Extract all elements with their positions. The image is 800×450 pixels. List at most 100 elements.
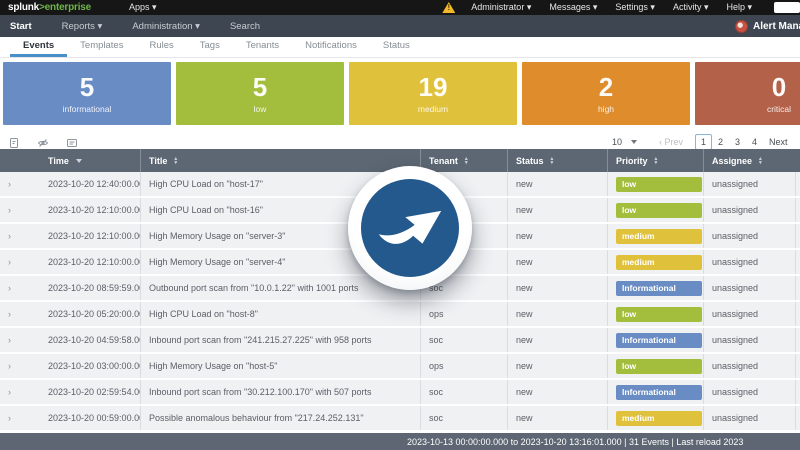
priority-badge: Informational xyxy=(616,332,702,348)
expand-chevron-icon[interactable]: › xyxy=(0,250,40,274)
next-page-button[interactable]: Next xyxy=(769,137,788,147)
event-row[interactable]: › 2023-10-20 05:20:00.000 High CPU Load … xyxy=(0,302,800,326)
severity-label: low xyxy=(253,103,267,114)
expand-chevron-icon[interactable]: › xyxy=(0,406,40,430)
priority-badge: low xyxy=(616,358,702,374)
column-header-time[interactable]: Time xyxy=(40,149,140,172)
event-priority-cell: low xyxy=(607,198,703,222)
expand-column-header xyxy=(0,149,40,172)
expand-chevron-icon[interactable]: › xyxy=(0,302,40,326)
severity-label: informational xyxy=(62,103,112,114)
column-label: Status xyxy=(516,155,544,166)
tab-tenants[interactable]: Tenants xyxy=(233,37,292,57)
page-size-value: 10 xyxy=(612,137,623,147)
tab-events[interactable]: Events xyxy=(10,37,68,57)
event-extra-cell xyxy=(795,276,800,300)
severity-card-medium[interactable]: 19 medium xyxy=(349,62,517,125)
sort-icon[interactable]: ▴ ▾ xyxy=(551,156,554,166)
column-header-title[interactable]: Title ▴ ▾ xyxy=(140,149,420,172)
expand-chevron-icon[interactable]: › xyxy=(0,198,40,222)
page-button-4[interactable]: 4 xyxy=(746,135,763,149)
sort-icon[interactable]: ▴ ▾ xyxy=(465,156,468,166)
topbar-menu-activity[interactable]: Activity ▾ xyxy=(673,2,709,13)
priority-badge: medium xyxy=(616,228,702,244)
event-row[interactable]: › 2023-10-20 03:00:00.000 High Memory Us… xyxy=(0,354,800,378)
tab-tags[interactable]: Tags xyxy=(187,37,233,57)
page-size-select[interactable]: 10 xyxy=(612,137,638,147)
tab-rules[interactable]: Rules xyxy=(136,37,186,57)
event-time: 2023-10-20 00:59:00.000 xyxy=(48,413,140,423)
expand-chevron-icon[interactable]: › xyxy=(0,380,40,404)
severity-label: high xyxy=(597,103,615,114)
toggle-visibility-icon[interactable] xyxy=(37,136,49,148)
nav-item-search[interactable]: Search xyxy=(230,21,260,32)
event-status: new xyxy=(507,406,607,430)
severity-card-critical[interactable]: 0 critical xyxy=(695,62,800,125)
sort-icon[interactable]: ▴ ▾ xyxy=(759,156,762,166)
event-priority-cell: Informational xyxy=(607,328,703,352)
nav-item-start[interactable]: Start xyxy=(10,21,32,32)
app-title: Alert Manager xyxy=(753,20,800,32)
tab-status[interactable]: Status xyxy=(370,37,423,57)
severity-count: 5 xyxy=(79,71,95,102)
topbar-menu-administrator[interactable]: Administrator ▾ xyxy=(471,2,531,13)
event-time: 2023-10-20 02:59:54.000 xyxy=(48,387,140,397)
notes-icon[interactable] xyxy=(66,136,78,148)
tab-bar: Events Templates Rules Tags Tenants Notificat… xyxy=(0,37,800,58)
priority-badge: medium xyxy=(616,410,702,426)
page-button-1[interactable]: 1 xyxy=(695,134,713,150)
expand-chevron-icon[interactable]: › xyxy=(0,224,40,248)
event-row[interactable]: › 2023-10-20 04:59:58.000 Inbound port s… xyxy=(0,328,800,352)
severity-card-informational[interactable]: 5 informational xyxy=(3,62,171,125)
event-extra-cell xyxy=(795,328,800,352)
event-row[interactable]: › 2023-10-20 02:59:54.000 Inbound port s… xyxy=(0,380,800,404)
splunk-logo: splunk>enterprise xyxy=(8,2,92,13)
column-label: Assignee xyxy=(712,155,753,166)
prev-page-button[interactable]: ‹ Prev xyxy=(659,137,683,147)
topbar-menu-help[interactable]: Help ▾ xyxy=(726,2,752,13)
event-status: new xyxy=(507,276,607,300)
sort-icon[interactable]: ▴ ▾ xyxy=(174,156,177,166)
event-status: new xyxy=(507,250,607,274)
column-header-tenant[interactable]: Tenant ▴ ▾ xyxy=(420,149,507,172)
event-status: new xyxy=(507,172,607,196)
warning-triangle-icon[interactable] xyxy=(442,2,456,13)
sort-icon[interactable]: ▴ ▾ xyxy=(655,156,658,166)
page-button-2[interactable]: 2 xyxy=(712,135,729,149)
severity-card-high[interactable]: 2 high xyxy=(522,62,690,125)
event-extra-cell xyxy=(795,406,800,430)
column-label: Time xyxy=(48,155,69,166)
column-label: Tenant xyxy=(429,155,458,166)
column-header-assignee[interactable]: Assignee ▴ ▾ xyxy=(703,149,795,172)
column-header-status[interactable]: Status ▴ ▾ xyxy=(507,149,607,172)
event-assignee: unassigned xyxy=(703,406,795,430)
event-assignee: unassigned xyxy=(703,354,795,378)
expand-chevron-icon[interactable]: › xyxy=(0,354,40,378)
severity-card-low[interactable]: 5 low xyxy=(176,62,344,125)
nav-item-administration[interactable]: Administration ▾ xyxy=(132,21,200,32)
alert-manager-logo-icon xyxy=(735,19,748,33)
expand-chevron-icon[interactable]: › xyxy=(0,172,40,196)
sort-desc-icon[interactable] xyxy=(75,158,82,163)
priority-badge: low xyxy=(616,202,702,218)
topbar-menu-messages[interactable]: Messages ▾ xyxy=(549,2,597,13)
event-time: 2023-10-20 12:10:00.000 xyxy=(48,231,140,241)
export-icon[interactable] xyxy=(8,136,20,148)
topbar-menu-settings[interactable]: Settings ▾ xyxy=(615,2,655,13)
event-row[interactable]: › 2023-10-20 00:59:00.000 Possible anoma… xyxy=(0,406,800,430)
event-tenant: soc xyxy=(420,406,507,430)
expand-chevron-icon[interactable]: › xyxy=(0,328,40,352)
tab-notifications[interactable]: Notifications xyxy=(292,37,370,57)
column-header-priority[interactable]: Priority ▴ ▾ xyxy=(607,149,703,172)
nav-item-reports[interactable]: Reports ▾ xyxy=(62,21,103,32)
severity-count: 5 xyxy=(252,71,268,102)
event-assignee: unassigned xyxy=(703,276,795,300)
severity-count: 19 xyxy=(418,71,448,102)
apps-menu[interactable]: Apps ▾ xyxy=(129,2,157,13)
event-title: High CPU Load on "host-8" xyxy=(140,302,420,326)
find-search-input[interactable] xyxy=(774,2,800,13)
severity-summary-cards: 5 informational 5 low 19 medium 2 high 0… xyxy=(3,62,800,125)
expand-chevron-icon[interactable]: › xyxy=(0,276,40,300)
page-button-3[interactable]: 3 xyxy=(729,135,746,149)
tab-templates[interactable]: Templates xyxy=(67,37,136,57)
